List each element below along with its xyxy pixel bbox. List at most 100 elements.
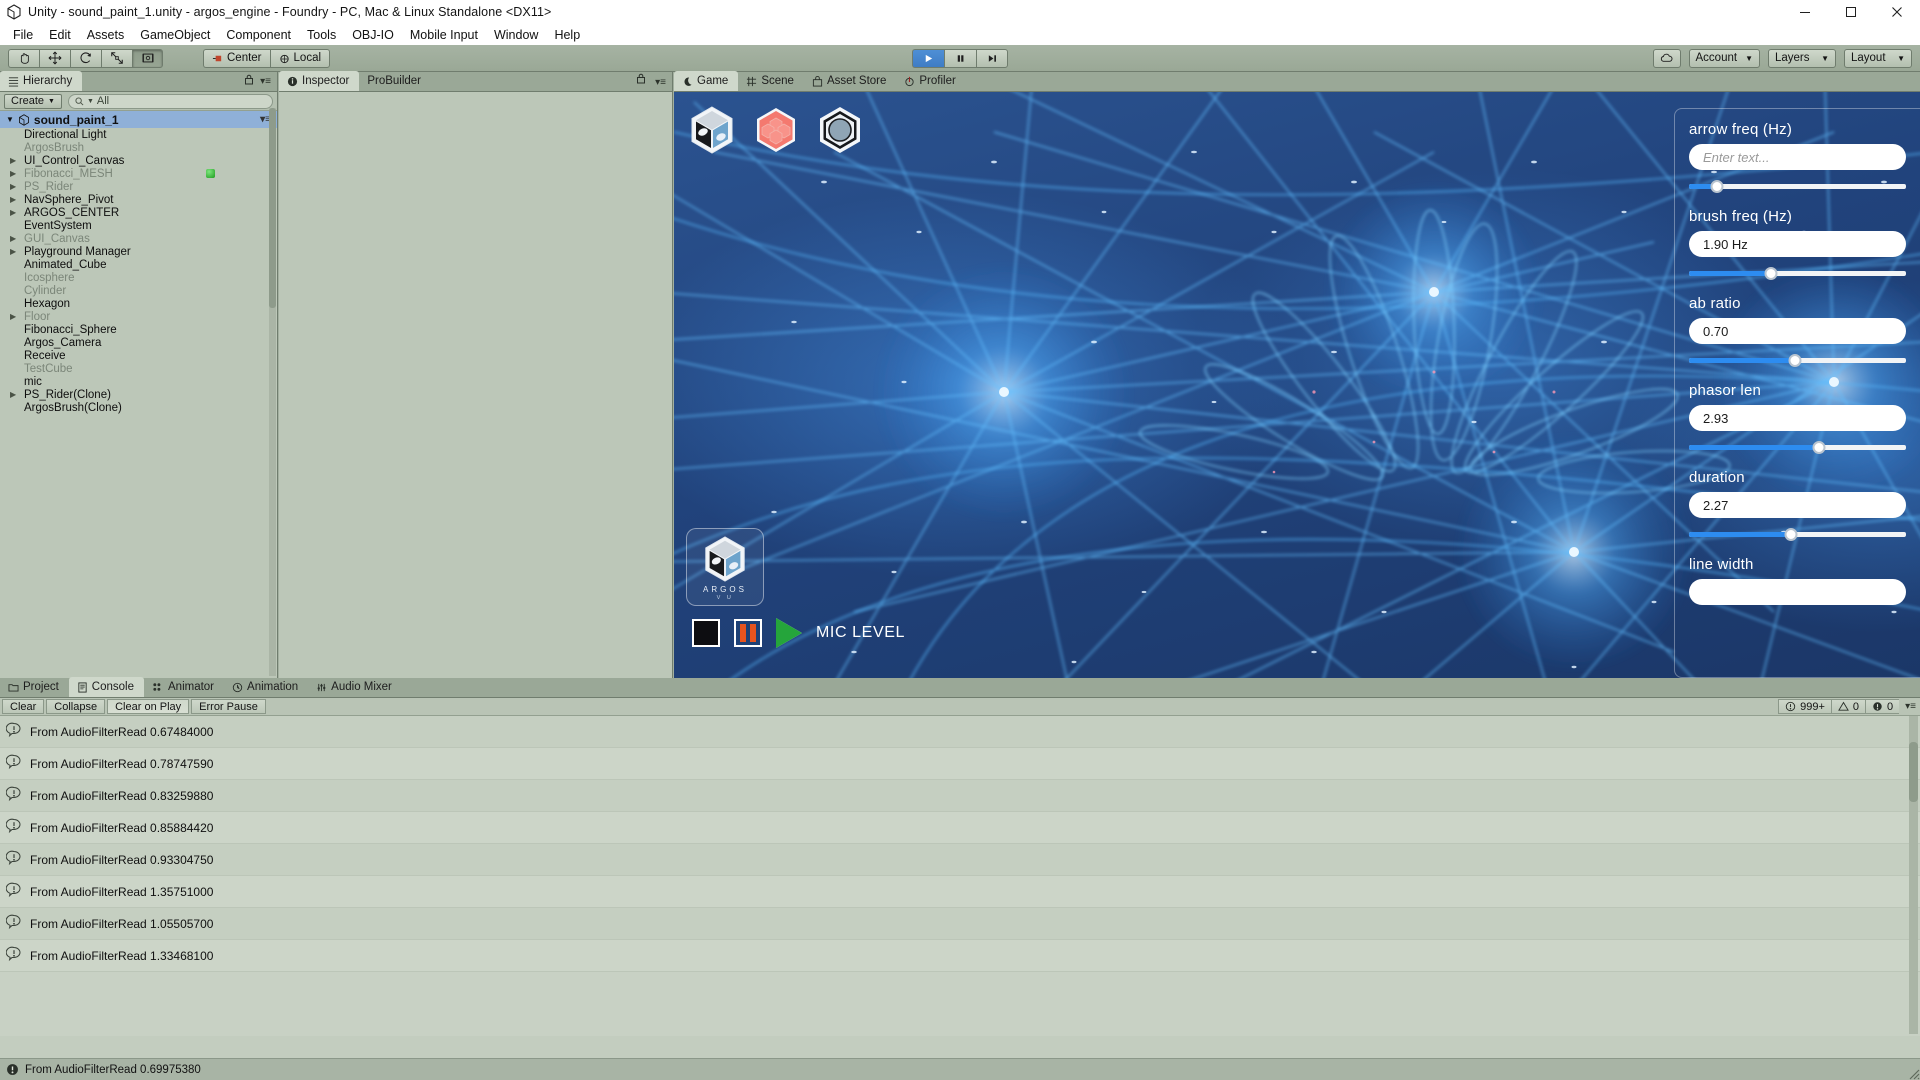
tab-game[interactable]: Game	[674, 71, 739, 91]
parameter-input[interactable]: Enter text...	[1689, 144, 1906, 170]
menu-mobile-input[interactable]: Mobile Input	[402, 26, 486, 44]
parameter-input[interactable]: 1.90 Hz	[1689, 231, 1906, 257]
console-scrollbar[interactable]	[1909, 716, 1918, 1034]
expand-arrow-icon[interactable]: ▼	[6, 115, 14, 124]
parameter-input[interactable]: 0.70	[1689, 318, 1906, 344]
minimize-button[interactable]	[1782, 0, 1828, 24]
inspector-lock-icon[interactable]	[636, 73, 646, 87]
hierarchy-item[interactable]: ▶ Playground Manager	[0, 245, 277, 258]
hierarchy-item[interactable]: ▶ NavSphere_Pivot	[0, 193, 277, 206]
expand-arrow-icon[interactable]: ▶	[10, 156, 21, 165]
console-menu-icon[interactable]: ▾≡	[1905, 701, 1916, 712]
close-button[interactable]	[1874, 0, 1920, 24]
tab-animation[interactable]: Animation	[224, 677, 308, 697]
resize-grip-icon[interactable]	[1904, 1064, 1920, 1080]
argos-cube-icon[interactable]	[686, 104, 738, 156]
tab-asset-store[interactable]: Asset Store	[804, 71, 896, 91]
console-log-row[interactable]: From AudioFilterRead 0.78747590	[0, 748, 1920, 780]
slider-handle[interactable]	[1764, 267, 1778, 280]
rect-tool-button[interactable]	[132, 48, 163, 68]
hand-tool-button[interactable]	[8, 48, 39, 68]
parameter-slider[interactable]	[1689, 265, 1906, 281]
layers-dropdown[interactable]: Layers ▼	[1768, 48, 1836, 68]
slider-handle[interactable]	[1710, 180, 1724, 193]
hierarchy-lock-icon[interactable]	[244, 74, 254, 88]
parameter-slider[interactable]	[1689, 526, 1906, 542]
menu-assets[interactable]: Assets	[79, 26, 133, 44]
console-log-row[interactable]: From AudioFilterRead 0.83259880	[0, 780, 1920, 812]
status-bar[interactable]: From AudioFilterRead 0.69975380	[0, 1058, 1920, 1080]
slider-handle[interactable]	[1812, 441, 1826, 454]
create-button[interactable]: Create ▼	[4, 93, 62, 109]
error-count[interactable]: 0	[1865, 699, 1900, 714]
tab-profiler[interactable]: Profiler	[896, 71, 965, 91]
hierarchy-item[interactable]: ▶Receive	[0, 349, 277, 362]
hierarchy-item[interactable]: ▶ArgosBrush(Clone)	[0, 401, 277, 414]
tab-console[interactable]: Console	[68, 677, 144, 697]
tab-hierarchy[interactable]: Hierarchy	[0, 71, 83, 91]
hierarchy-item[interactable]: ▶Directional Light	[0, 128, 277, 141]
hierarchy-item[interactable]: ▶ Floor	[0, 310, 277, 323]
hierarchy-item[interactable]: ▶ Fibonacci_MESH	[0, 167, 277, 180]
red-hexagon-cluster-icon[interactable]	[750, 104, 802, 156]
move-tool-button[interactable]	[39, 48, 70, 68]
maximize-button[interactable]	[1828, 0, 1874, 24]
hierarchy-item[interactable]: ▶ UI_Control_Canvas	[0, 154, 277, 167]
menu-file[interactable]: File	[5, 26, 41, 44]
cloud-services-button[interactable]	[1652, 48, 1681, 68]
console-log-row[interactable]: From AudioFilterRead 1.05505700	[0, 908, 1920, 940]
console-log-list[interactable]: From AudioFilterRead 0.67484000 From Audi…	[0, 716, 1920, 1036]
expand-arrow-icon[interactable]: ▶	[10, 234, 21, 243]
hierarchy-item[interactable]: ▶mic	[0, 375, 277, 388]
parameter-input[interactable]: 2.27	[1689, 492, 1906, 518]
hierarchy-item[interactable]: ▶EventSystem	[0, 219, 277, 232]
menu-gameobject[interactable]: GameObject	[132, 26, 218, 44]
console-log-row[interactable]: From AudioFilterRead 1.35751000	[0, 876, 1920, 908]
hierarchy-item[interactable]: ▶ PS_Rider(Clone)	[0, 388, 277, 401]
scale-tool-button[interactable]	[101, 48, 132, 68]
rotate-tool-button[interactable]	[70, 48, 101, 68]
console-log-row[interactable]: From AudioFilterRead 0.85884420	[0, 812, 1920, 844]
expand-arrow-icon[interactable]: ▶	[10, 195, 21, 204]
tab-scene[interactable]: Scene	[738, 71, 804, 91]
clear-on-play-button[interactable]: Clear on Play	[107, 699, 190, 714]
error-pause-button[interactable]: Error Pause	[191, 699, 266, 714]
hierarchy-item[interactable]: ▶Argos_Camera	[0, 336, 277, 349]
grey-hexagon-icon[interactable]	[814, 104, 866, 156]
hierarchy-item[interactable]: ▶Icosphere	[0, 271, 277, 284]
clear-button[interactable]: Clear	[2, 699, 45, 714]
slider-handle[interactable]	[1784, 528, 1798, 541]
warning-count[interactable]: 0	[1830, 699, 1866, 714]
hierarchy-scrollbar[interactable]	[269, 108, 276, 676]
account-dropdown[interactable]: Account ▼	[1688, 48, 1760, 68]
expand-arrow-icon[interactable]: ▶	[10, 247, 21, 256]
slider-handle[interactable]	[1788, 354, 1802, 367]
game-render-canvas[interactable]: ARGOS V U MIC LEVEL arrow freq (Hz) Enter…	[674, 92, 1920, 678]
hierarchy-item[interactable]: ▶ ARGOS_CENTER	[0, 206, 277, 219]
expand-arrow-icon[interactable]: ▶	[10, 169, 21, 178]
menu-edit[interactable]: Edit	[41, 26, 79, 44]
play-button[interactable]	[912, 48, 944, 68]
console-log-row[interactable]: From AudioFilterRead 0.67484000	[0, 716, 1920, 748]
tab-project[interactable]: Project	[0, 677, 69, 697]
parameter-input[interactable]: 2.93	[1689, 405, 1906, 431]
step-button[interactable]	[976, 48, 1008, 68]
expand-arrow-icon[interactable]: ▶	[10, 182, 21, 191]
hierarchy-item[interactable]: ▶Fibonacci_Sphere	[0, 323, 277, 336]
inspector-menu-icon[interactable]: ▾≡	[655, 77, 666, 88]
console-log-row[interactable]: From AudioFilterRead 1.33468100	[0, 940, 1920, 972]
play-button[interactable]	[776, 618, 802, 648]
hierarchy-item[interactable]: ▶ArgosBrush	[0, 141, 277, 154]
hierarchy-search-input[interactable]: ▼ All	[67, 93, 273, 109]
layout-dropdown[interactable]: Layout ▼	[1844, 48, 1912, 68]
parameter-slider[interactable]	[1689, 439, 1906, 455]
hierarchy-item[interactable]: ▶Hexagon	[0, 297, 277, 310]
expand-arrow-icon[interactable]: ▶	[10, 208, 21, 217]
menu-help[interactable]: Help	[546, 26, 588, 44]
pivot-rotation-button[interactable]: Local	[269, 48, 331, 68]
info-count[interactable]: 999+	[1778, 699, 1831, 714]
parameter-slider[interactable]	[1689, 352, 1906, 368]
console-log-row[interactable]: From AudioFilterRead 0.93304750	[0, 844, 1920, 876]
pivot-mode-button[interactable]: Center	[203, 48, 270, 68]
scene-root-row[interactable]: ▼ sound_paint_1 ▾≡	[0, 111, 277, 128]
